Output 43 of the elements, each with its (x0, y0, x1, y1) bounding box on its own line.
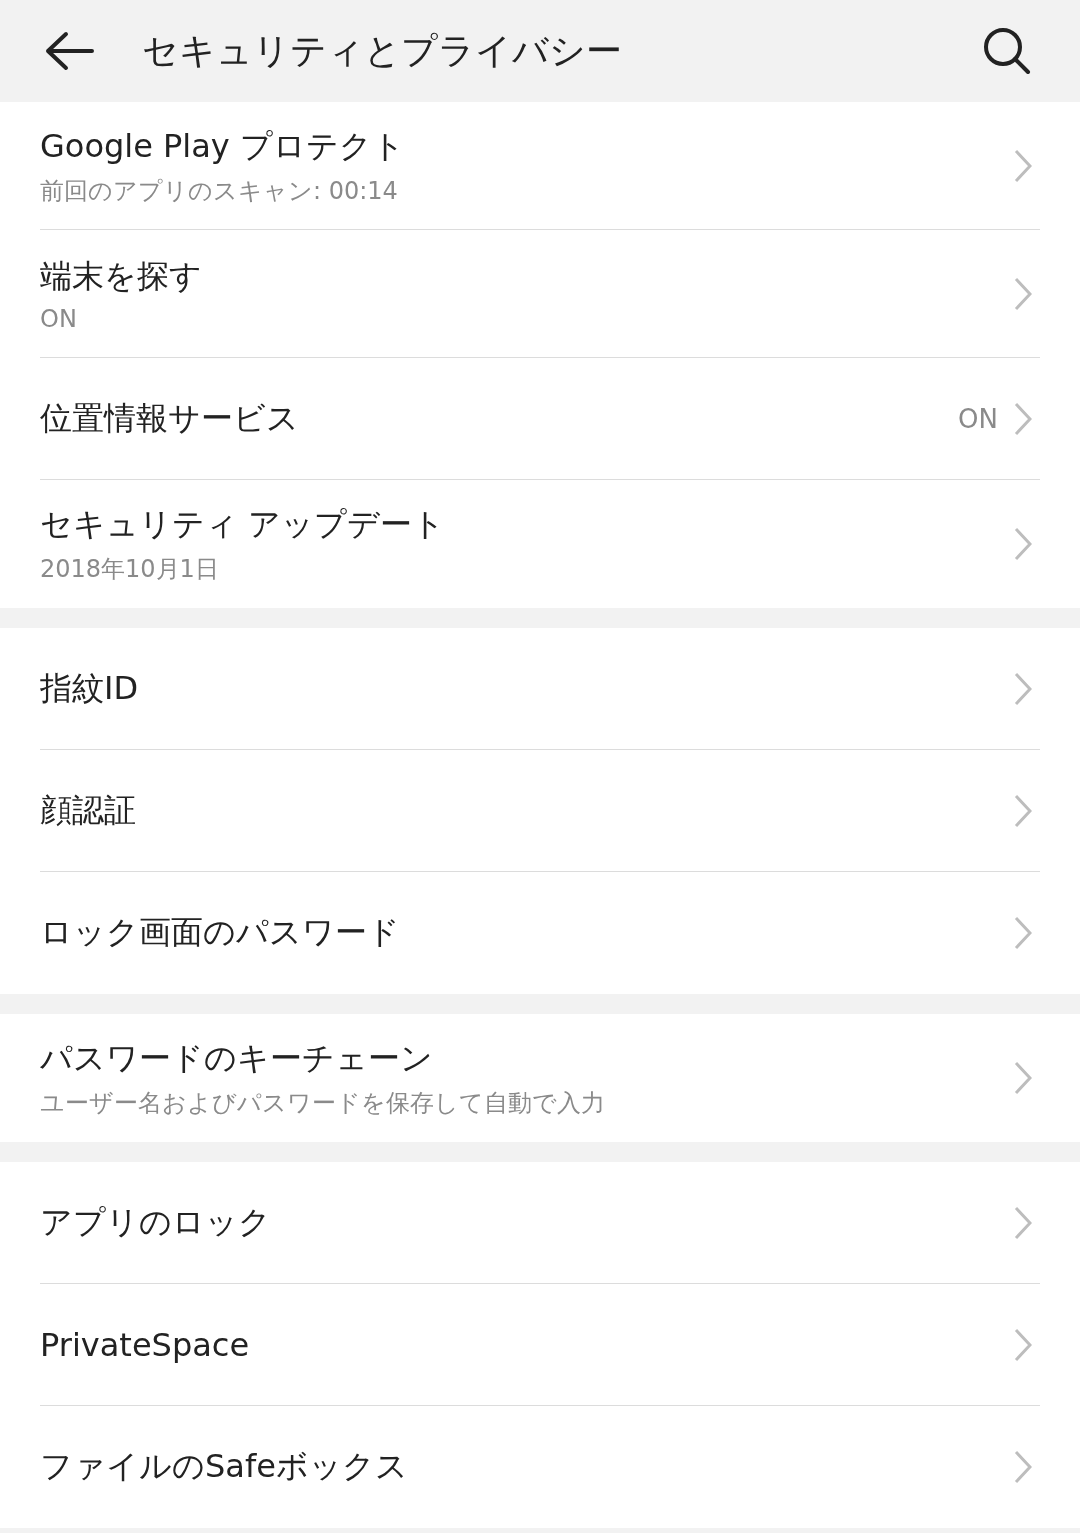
back-arrow-icon (44, 31, 96, 71)
settings-item[interactable]: ファイルのSafeボックス (40, 1406, 1040, 1528)
item-title: 位置情報サービス (40, 397, 300, 439)
settings-item[interactable]: Google Play プロテクト 前回のアプリのスキャン: 00:14 (40, 102, 1040, 230)
settings-item[interactable]: ロック画面のパスワード (40, 872, 1040, 994)
chevron-icon (1014, 916, 1032, 950)
item-title: 顔認証 (40, 789, 137, 831)
chevron-icon (1014, 148, 1032, 183)
item-title: ファイルのSafeボックス (40, 1446, 409, 1487)
settings-item[interactable]: セキュリティ アップデート 2018年10月1日 (40, 480, 1040, 608)
item-summary: ユーザー名およびパスワードを保存して自動で入力 (40, 1088, 606, 1119)
chevron-icon (1014, 276, 1032, 311)
chevron-icon (1014, 527, 1032, 561)
chevron-icon (1014, 793, 1032, 828)
item-title: アプリのロック (40, 1201, 272, 1243)
chevron-icon (1014, 1205, 1032, 1240)
page-title: セキュリティとプライバシー (142, 28, 623, 73)
item-title: 指紋ID (40, 667, 140, 709)
item-title: パスワードのキーチェーン (40, 1038, 434, 1079)
chevron-icon (1014, 1061, 1032, 1095)
item-title: Google Play プロテクト (40, 125, 406, 167)
item-summary: 2018年10月1日 (40, 554, 220, 585)
settings-item[interactable]: パスワードのキーチェーン ユーザー名およびパスワードを保存して自動で入力 (40, 1014, 1040, 1142)
settings-item[interactable]: アプリのロック (40, 1162, 1040, 1284)
item-value: ON (958, 403, 998, 434)
settings-item[interactable]: 指紋ID (40, 628, 1040, 750)
back-button[interactable] (44, 31, 96, 71)
item-title: PrivateSpace (40, 1325, 251, 1364)
settings-item[interactable]: 端末を探す ON (40, 230, 1040, 358)
chevron-icon (1014, 671, 1032, 706)
item-summary: 前回のアプリのスキャン: 00:14 (40, 175, 399, 207)
search-icon (982, 26, 1032, 76)
search-button[interactable] (982, 26, 1032, 76)
settings-item[interactable]: 位置情報サービス ON (40, 358, 1040, 480)
chevron-icon (1014, 401, 1032, 436)
item-title: 端末を探す (40, 255, 203, 297)
settings-item[interactable]: 顔認証 (40, 750, 1040, 872)
item-title: ロック画面のパスワード (40, 912, 401, 953)
chevron-icon (1014, 1450, 1032, 1484)
chevron-icon (1014, 1327, 1032, 1362)
settings-item[interactable]: PrivateSpace (40, 1284, 1040, 1406)
item-title: セキュリティ アップデート (40, 504, 447, 545)
item-summary: ON (40, 304, 78, 333)
